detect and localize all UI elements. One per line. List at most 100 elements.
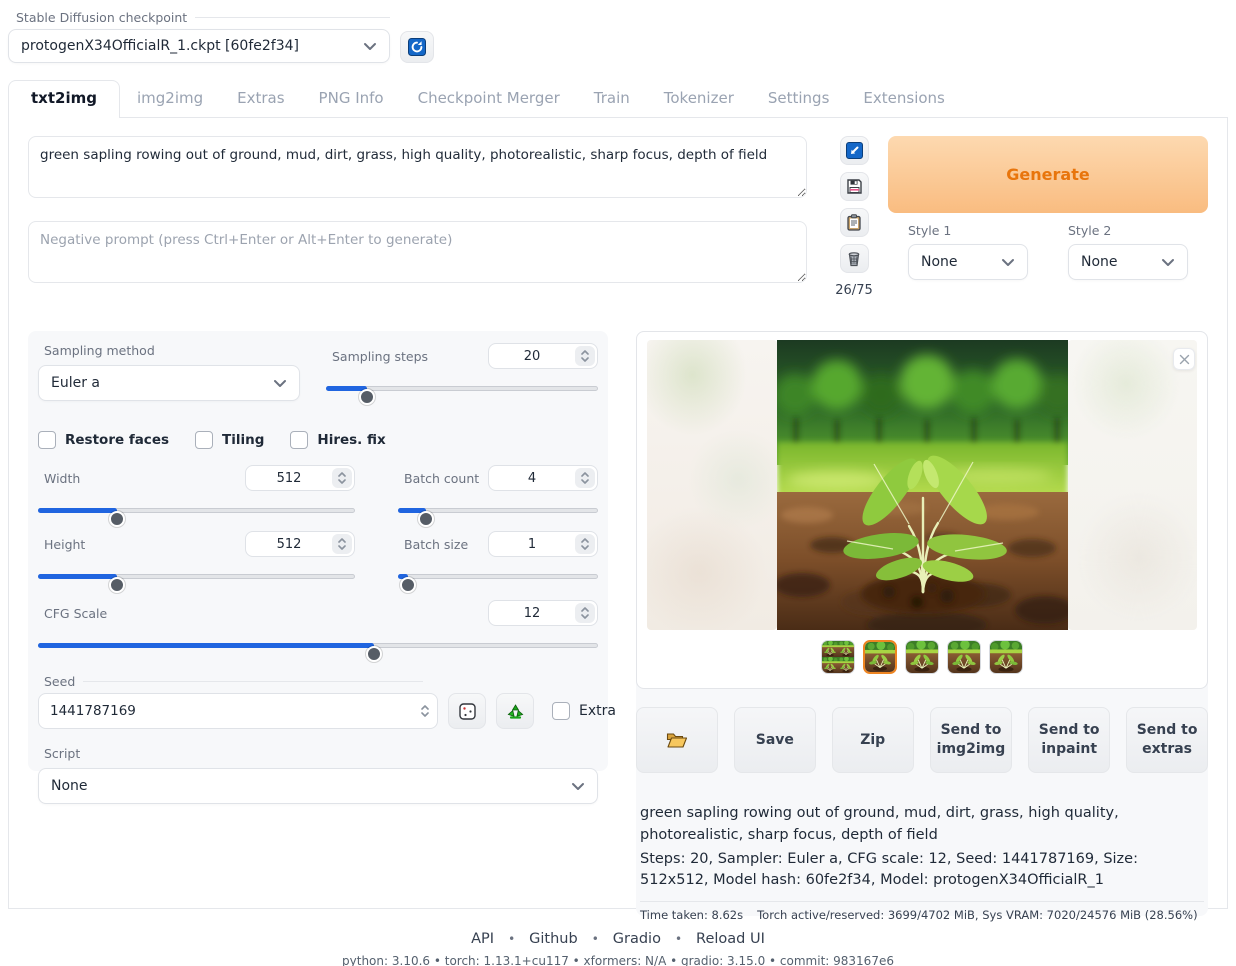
checkbox[interactable] <box>38 431 56 449</box>
tab-img2img[interactable]: img2img <box>120 81 220 117</box>
stepper-arrows[interactable] <box>332 468 352 488</box>
refresh-icon <box>408 38 426 56</box>
batch-size-slider[interactable] <box>398 568 598 584</box>
seed-group: Seed <box>38 674 598 729</box>
slider-thumb[interactable] <box>109 511 125 527</box>
height-group: Height <box>38 531 355 584</box>
clear-prompt-button[interactable] <box>840 244 869 273</box>
extra-seed-checkbox[interactable]: Extra <box>552 702 616 720</box>
sampling-steps-slider[interactable] <box>326 380 598 396</box>
stepper-arrows[interactable] <box>575 468 595 488</box>
batch-size-input[interactable] <box>488 531 598 557</box>
stepper-arrows[interactable] <box>415 696 435 726</box>
save-style-button[interactable] <box>840 172 869 201</box>
tab-settings[interactable]: Settings <box>751 81 847 117</box>
batch-size-value[interactable] <box>489 532 575 556</box>
batch-count-slider[interactable] <box>398 502 598 518</box>
slider-thumb[interactable] <box>109 577 125 593</box>
send-to-extras-button[interactable]: Send to extras <box>1126 707 1208 773</box>
sampling-method-select[interactable]: Euler a <box>38 365 300 401</box>
sampling-steps-input[interactable] <box>488 343 598 369</box>
floppy-disk-icon <box>846 178 863 195</box>
height-input[interactable] <box>245 531 355 557</box>
tab-png-info[interactable]: PNG Info <box>302 81 401 117</box>
checkpoint-select[interactable]: protogenX34OfficialR_1.ckpt [60fe2f34] <box>8 29 390 63</box>
chevron-down-icon <box>1161 258 1175 267</box>
checkbox[interactable] <box>195 431 213 449</box>
txt2img-panel: green sapling rowing out of ground, mud,… <box>8 117 1228 909</box>
gradio-link[interactable]: Gradio <box>613 931 661 947</box>
reuse-seed-button[interactable] <box>496 693 534 729</box>
thumbnail-selected[interactable] <box>863 640 897 674</box>
zip-button[interactable]: Zip <box>832 707 914 773</box>
seed-input[interactable] <box>38 693 438 729</box>
prompt-textarea[interactable]: green sapling rowing out of ground, mud,… <box>28 136 807 198</box>
chevron-down-icon <box>571 782 585 791</box>
style1-select[interactable]: None <box>908 244 1028 280</box>
batch-size-label: Batch size <box>398 537 468 552</box>
thumbnail[interactable] <box>989 640 1023 674</box>
bullet-separator: • <box>508 932 515 946</box>
height-value[interactable] <box>246 532 332 556</box>
generate-button[interactable]: Generate <box>888 136 1208 213</box>
width-value[interactable] <box>246 466 332 490</box>
slider-thumb[interactable] <box>418 511 434 527</box>
cfg-scale-label: CFG Scale <box>38 606 107 621</box>
save-button[interactable]: Save <box>734 707 816 773</box>
tab-train[interactable]: Train <box>577 81 647 117</box>
negative-prompt-textarea[interactable] <box>28 221 807 283</box>
checkbox[interactable] <box>290 431 308 449</box>
github-link[interactable]: Github <box>529 931 578 947</box>
stepper-arrows[interactable] <box>575 534 595 554</box>
thumbnail-grid[interactable] <box>821 640 855 674</box>
thumbnail[interactable] <box>947 640 981 674</box>
open-folder-button[interactable] <box>636 707 718 773</box>
cfg-scale-slider[interactable] <box>38 637 598 653</box>
checkbox[interactable] <box>552 702 570 720</box>
seed-value[interactable] <box>39 694 415 728</box>
reload-ui-link[interactable]: Reload UI <box>696 931 765 947</box>
close-gallery-button[interactable] <box>1173 348 1195 370</box>
tab-extensions[interactable]: Extensions <box>846 81 961 117</box>
cfg-scale-value[interactable] <box>489 601 575 625</box>
footer: API • Github • Gradio • Reload UI python… <box>0 931 1236 966</box>
stepper-arrows[interactable] <box>575 346 595 366</box>
chevron-up-icon <box>581 472 589 477</box>
restore-faces-checkbox[interactable]: Restore faces <box>38 431 169 449</box>
tab-checkpoint-merger[interactable]: Checkpoint Merger <box>401 81 577 117</box>
slider-thumb[interactable] <box>366 646 382 662</box>
tab-txt2img[interactable]: txt2img <box>8 80 120 118</box>
tab-extras[interactable]: Extras <box>220 81 301 117</box>
generate-column: Generate Style 1 None Style 2 None <box>888 136 1208 298</box>
sampling-steps-label: Sampling steps <box>326 349 428 364</box>
output-panel: Save Zip Send to img2img Send to inpaint… <box>636 331 1208 916</box>
width-slider[interactable] <box>38 502 355 518</box>
stepper-arrows[interactable] <box>332 534 352 554</box>
slider-thumb[interactable] <box>359 389 375 405</box>
height-slider[interactable] <box>38 568 355 584</box>
cfg-scale-input[interactable] <box>488 600 598 626</box>
output-actions: Save Zip Send to img2img Send to inpaint… <box>636 707 1208 773</box>
random-seed-button[interactable] <box>448 693 486 729</box>
script-select[interactable]: None <box>38 768 598 804</box>
slider-thumb[interactable] <box>400 577 416 593</box>
tab-tokenizer[interactable]: Tokenizer <box>647 81 751 117</box>
tiling-checkbox[interactable]: Tiling <box>195 431 264 449</box>
api-link[interactable]: API <box>471 931 494 947</box>
gallery <box>636 331 1208 689</box>
stepper-arrows[interactable] <box>575 603 595 623</box>
generated-image[interactable] <box>777 340 1068 630</box>
sampling-method-group: Sampling method Euler a <box>38 343 300 401</box>
batch-count-input[interactable] <box>488 465 598 491</box>
style2-select[interactable]: None <box>1068 244 1188 280</box>
apply-style-button[interactable] <box>840 208 869 237</box>
width-input[interactable] <box>245 465 355 491</box>
hires-fix-checkbox[interactable]: Hires. fix <box>290 431 385 449</box>
paste-generation-params-button[interactable] <box>840 136 869 165</box>
send-to-img2img-button[interactable]: Send to img2img <box>930 707 1013 773</box>
thumbnail[interactable] <box>905 640 939 674</box>
sampling-steps-value[interactable] <box>489 344 575 368</box>
batch-count-value[interactable] <box>489 466 575 490</box>
send-to-inpaint-button[interactable]: Send to inpaint <box>1028 707 1110 773</box>
refresh-checkpoint-button[interactable] <box>400 31 434 63</box>
